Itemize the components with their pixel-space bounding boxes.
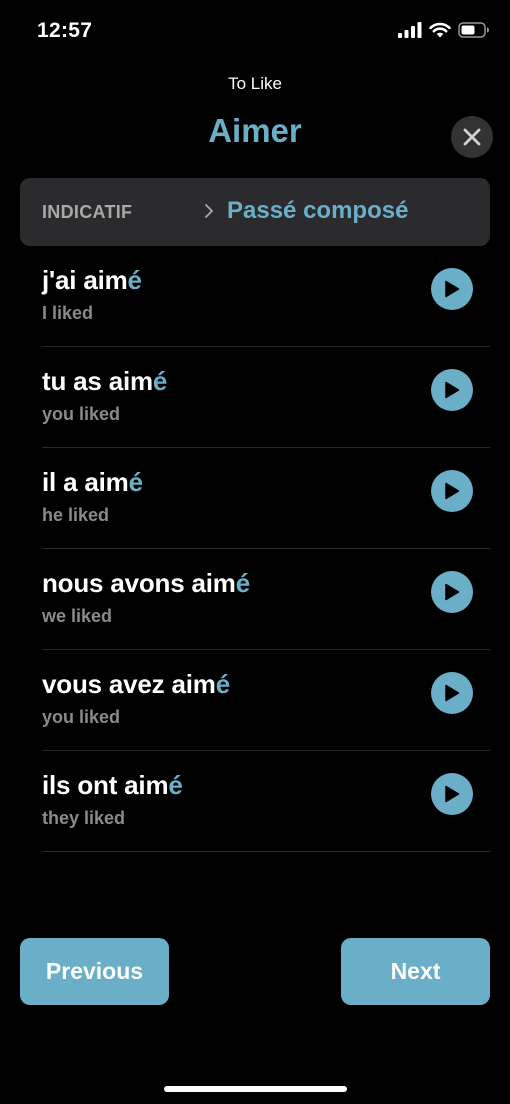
conjugation-ending: é (168, 770, 183, 800)
status-bar: 12:57 (0, 0, 510, 60)
play-icon (445, 583, 460, 601)
conjugation-ending: é (127, 265, 142, 295)
conjugation-row: j'ai aimé I liked (42, 246, 490, 347)
conjugation-translation: you liked (42, 707, 121, 727)
next-button[interactable]: Next (341, 938, 490, 1005)
conjugation-form: ils ont aimé (42, 770, 183, 801)
mood-label: INDICATIF (42, 202, 133, 222)
play-icon (445, 684, 460, 702)
conjugation-list: j'ai aimé I liked tu as aimé you liked i… (42, 246, 490, 852)
conjugation-stem: tu as aim (42, 366, 153, 396)
home-indicator[interactable] (164, 1086, 347, 1092)
conjugation-ending: é (128, 467, 143, 497)
play-button[interactable] (431, 369, 473, 411)
status-time: 12:57 (37, 19, 93, 42)
conjugation-ending: é (215, 669, 230, 699)
conjugation-row: il a aimé he liked (42, 448, 490, 549)
conjugation-row: tu as aimé you liked (42, 347, 490, 448)
play-icon (445, 280, 460, 298)
conjugation-translation: they liked (42, 808, 126, 828)
tense-selector[interactable]: INDICATIF Passé composé (20, 178, 490, 246)
play-icon (445, 482, 460, 500)
play-icon (445, 381, 460, 399)
conjugation-row: vous avez aimé you liked (42, 650, 490, 751)
close-button[interactable] (451, 116, 493, 158)
play-button[interactable] (431, 773, 473, 815)
battery-icon (458, 22, 489, 38)
conjugation-stem: j'ai aim (42, 265, 128, 295)
conjugation-translation: we liked (42, 606, 113, 626)
conjugation-form: il a aimé (42, 467, 143, 498)
play-button[interactable] (431, 268, 473, 310)
status-icons (398, 22, 490, 38)
conjugation-form: j'ai aimé (42, 265, 142, 296)
conjugation-stem: vous avez aim (42, 669, 216, 699)
page-title: Aimer (208, 112, 302, 149)
conjugation-translation: you liked (42, 404, 121, 424)
conjugation-ending: é (152, 366, 168, 396)
conjugation-stem: il a aim (42, 467, 129, 497)
verb-translation: To Like (228, 74, 282, 93)
conjugation-stem: ils ont aim (42, 770, 169, 800)
close-icon (463, 128, 481, 146)
play-icon (445, 785, 460, 803)
conjugation-ending: é (235, 568, 250, 598)
conjugation-row: nous avons aimé we liked (42, 549, 490, 650)
conjugation-translation: he liked (42, 505, 110, 525)
play-button[interactable] (431, 672, 473, 714)
conjugation-form: nous avons aimé (42, 568, 250, 599)
play-button[interactable] (431, 470, 473, 512)
conjugation-translation: I liked (42, 303, 94, 323)
conjugation-form: vous avez aimé (42, 669, 230, 700)
cellular-signal-icon (398, 22, 422, 38)
conjugation-form: tu as aimé (42, 366, 167, 397)
tense-label: Passé composé (227, 197, 409, 224)
conjugation-stem: nous avons aim (42, 568, 236, 598)
chevron-right-icon (205, 204, 213, 218)
previous-button[interactable]: Previous (20, 938, 169, 1005)
conjugation-row: ils ont aimé they liked (42, 751, 490, 852)
play-button[interactable] (431, 571, 473, 613)
wifi-icon (429, 22, 451, 38)
